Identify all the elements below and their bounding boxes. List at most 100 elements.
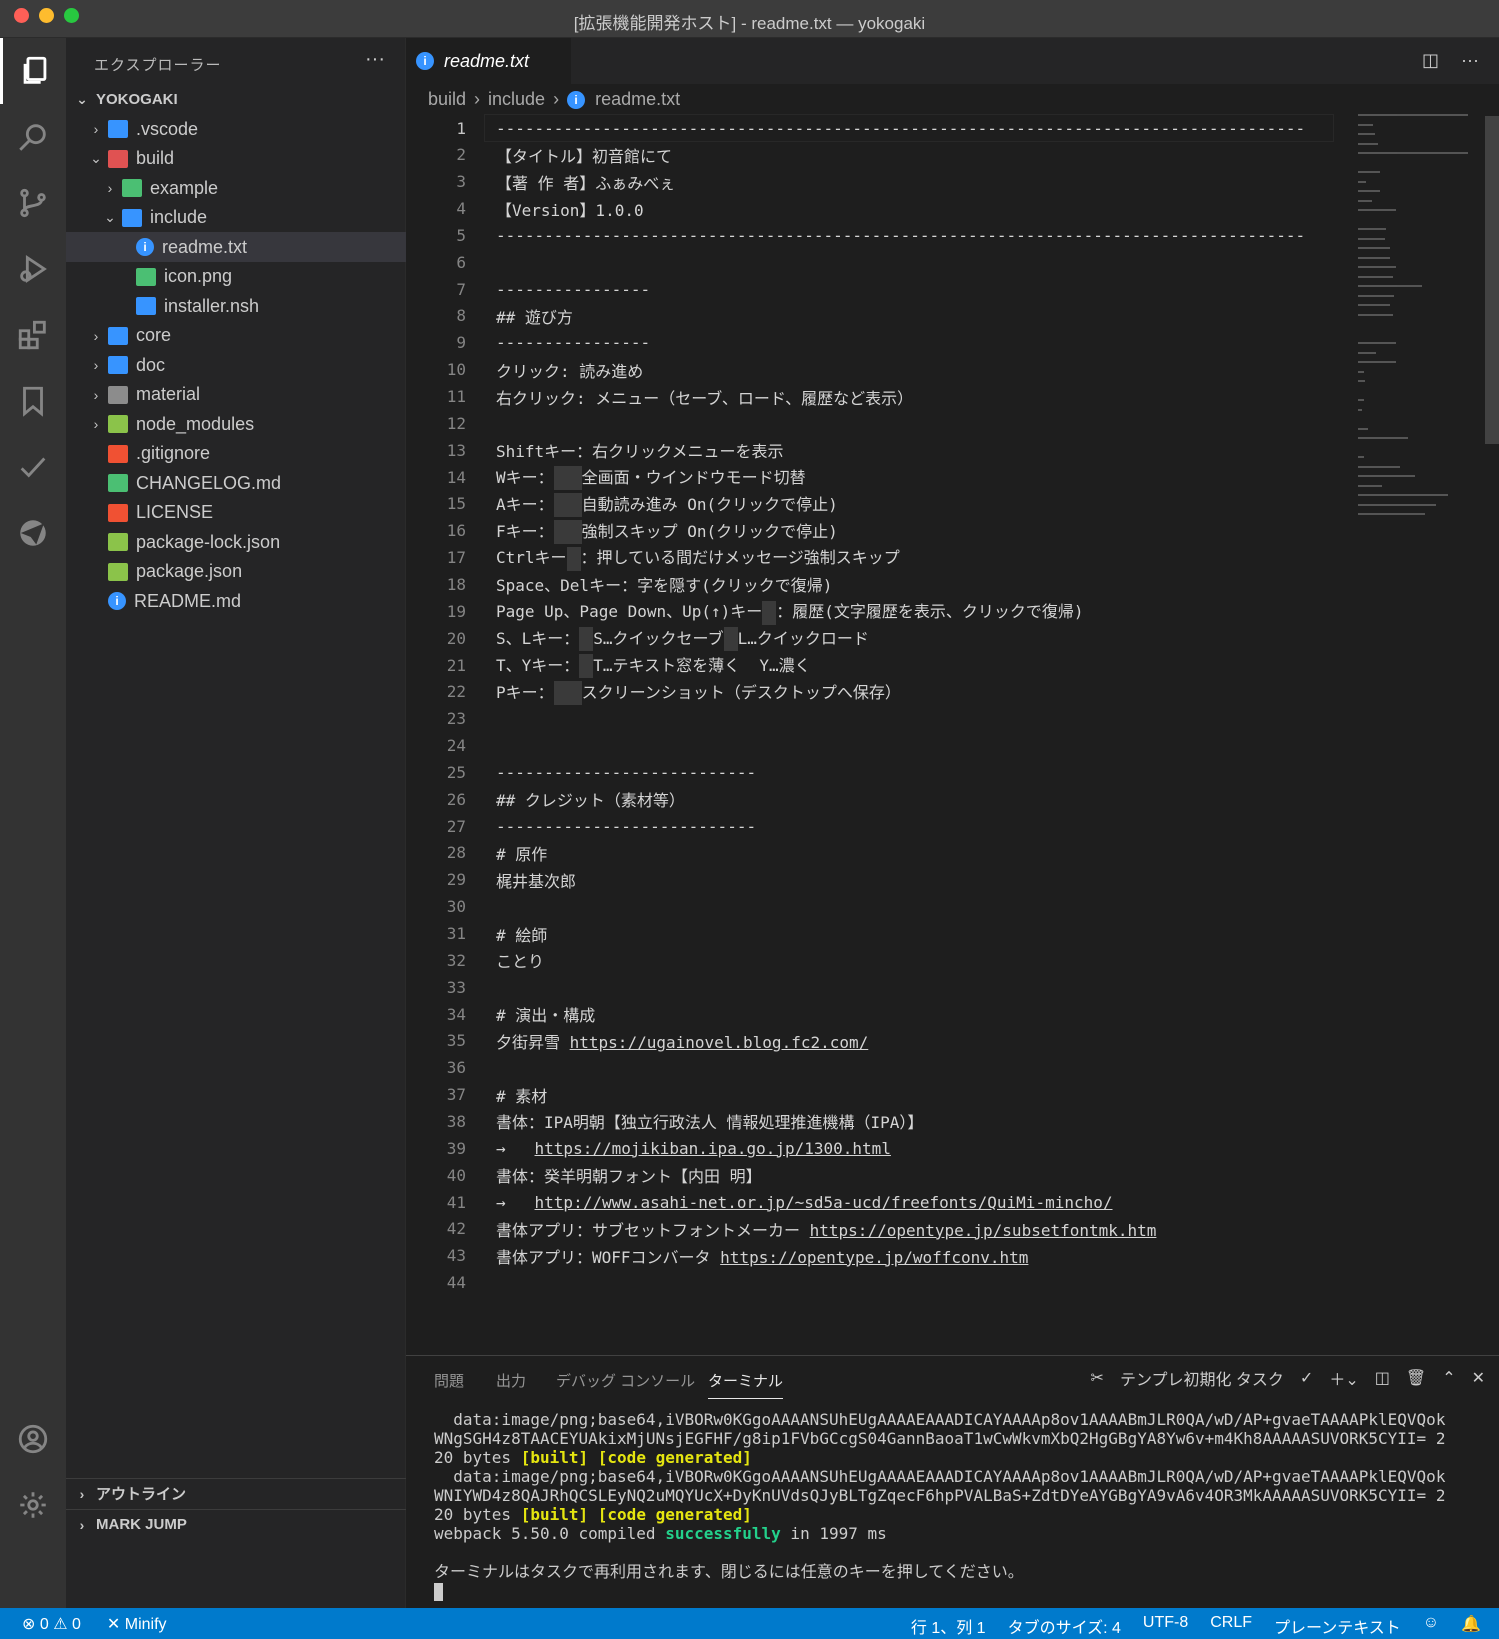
tree-item[interactable]: ⌄ build <box>66 144 406 174</box>
line-number: 42 <box>446 1219 466 1239</box>
workspace-root[interactable]: ⌄ YOKOGAKI <box>66 84 406 114</box>
line-number: 30 <box>446 897 466 917</box>
encoding[interactable]: UTF-8 <box>1143 1614 1188 1638</box>
line-number: 20 <box>446 628 466 648</box>
breadcrumb-separator: › <box>553 89 560 109</box>
check-icon[interactable] <box>0 434 66 500</box>
breadcrumb-include[interactable]: include <box>488 89 545 110</box>
tree-item[interactable]: i readme.txt <box>66 232 406 262</box>
tab-problems[interactable]: 問題 <box>434 1370 464 1391</box>
tree-item[interactable]: icon.png <box>66 262 406 292</box>
explorer-more-button[interactable]: ··· <box>365 48 385 71</box>
tree-item[interactable]: .gitignore <box>66 439 406 469</box>
code-line: 28 # 原作 <box>406 839 1346 867</box>
cursor-position[interactable]: 行 1、列 1 <box>911 1614 986 1638</box>
git-icon <box>108 444 128 463</box>
editor-more-button[interactable]: ··· <box>1461 50 1479 71</box>
explorer-icon[interactable] <box>0 38 66 104</box>
minimap[interactable] <box>1350 114 1490 554</box>
tree-item[interactable]: › doc <box>66 350 406 380</box>
minify-button[interactable]: ✕ Minify <box>107 1614 167 1634</box>
line-number: 6 <box>456 252 466 272</box>
code-editor[interactable]: 1 ---------------------------------------… <box>406 114 1499 1354</box>
line-number: 11 <box>446 387 466 406</box>
split-terminal-button[interactable]: ◫ <box>1375 1368 1390 1388</box>
code-line: 44 <box>406 1269 1346 1297</box>
account-icon[interactable] <box>0 1406 66 1472</box>
activity-bar <box>0 38 66 1608</box>
line-number: 4 <box>456 199 466 219</box>
minimap-line <box>1358 285 1423 287</box>
doc-folder-icon <box>108 356 128 374</box>
terminal-output[interactable]: data:image/png;base64,iVBORw0KGgoAAAANSU… <box>434 1410 1494 1601</box>
url-link[interactable]: http://www.asahi-net.or.jp/~sd5a-ucd/fre… <box>535 1193 1113 1212</box>
trash-icon[interactable]: 🗑 <box>1406 1368 1426 1388</box>
tree-item[interactable]: package.json <box>66 557 406 587</box>
tree-item[interactable]: › .vscode <box>66 114 406 144</box>
tab-debug-console[interactable]: デバッグ コンソール <box>556 1370 695 1391</box>
breadcrumb-build[interactable]: build <box>428 89 466 110</box>
extensions-icon[interactable] <box>0 302 66 368</box>
tab-size[interactable]: タブのサイズ: 4 <box>1008 1614 1121 1638</box>
line-number: 32 <box>446 950 466 970</box>
node-folder-icon <box>108 415 128 433</box>
code-line: 29 梶井基次郎 <box>406 866 1346 894</box>
minimap-line <box>1358 237 1385 240</box>
whitespace-highlight <box>579 654 594 679</box>
minimap-line <box>1358 380 1365 382</box>
search-icon[interactable] <box>0 104 66 170</box>
close-panel-button[interactable]: ✕ <box>1472 1368 1485 1388</box>
tree-item[interactable]: installer.nsh <box>66 291 406 321</box>
split-editor-button[interactable]: ◫ <box>1422 50 1439 71</box>
line-number: 34 <box>446 1004 466 1024</box>
tree-item-label: .vscode <box>136 118 199 139</box>
url-link[interactable]: https://opentype.jp/woffconv.htm <box>720 1248 1028 1267</box>
tree-item[interactable]: › core <box>66 321 406 351</box>
tree-item[interactable]: ⌄ include <box>66 203 406 233</box>
breadcrumb-readme[interactable]: readme.txt <box>595 89 680 110</box>
send-icon[interactable] <box>0 500 66 566</box>
run-debug-icon[interactable] <box>0 236 66 302</box>
feedback-icon[interactable]: ☺ <box>1423 1614 1439 1638</box>
tree-item[interactable]: › material <box>66 380 406 410</box>
outline-section[interactable]: › アウトライン <box>66 1478 406 1508</box>
line-number: 25 <box>446 762 466 782</box>
title-bar: [拡張機能開発ホスト] - readme.txt — yokogaki <box>0 0 1499 38</box>
mark-jump-section[interactable]: › MARK JUMP <box>66 1509 406 1539</box>
editor-scrollbar[interactable] <box>1485 116 1499 444</box>
code-line: 31 # 絵師 <box>406 920 1346 948</box>
bookmark-icon[interactable] <box>0 368 66 434</box>
minimap-line <box>1358 133 1375 135</box>
tree-item[interactable]: i README.md <box>66 586 406 616</box>
tree-item[interactable]: CHANGELOG.md <box>66 468 406 498</box>
bell-icon[interactable]: 🔔 <box>1461 1614 1481 1638</box>
tree-item[interactable]: LICENSE <box>66 498 406 528</box>
tab-readme[interactable]: i readme.txt <box>406 38 571 84</box>
tab-output[interactable]: 出力 <box>496 1370 526 1391</box>
code-line: 24 <box>406 732 1346 760</box>
minimap-line <box>1358 256 1391 259</box>
line-number: 29 <box>446 870 466 890</box>
url-link[interactable]: https://mojikiban.ipa.go.jp/1300.html <box>535 1139 891 1158</box>
tree-item[interactable]: › example <box>66 173 406 203</box>
task-selector[interactable]: テンプレ初期化 タスク <box>1120 1366 1284 1390</box>
new-terminal-button[interactable]: ＋⌄ <box>1329 1366 1358 1390</box>
line-number: 17 <box>446 548 466 568</box>
code-line: 5 ---------------------------------------… <box>406 221 1346 249</box>
image-file-icon <box>136 267 156 286</box>
maximize-panel-button[interactable]: ⌃ <box>1442 1368 1455 1388</box>
url-link[interactable]: https://ugainovel.blog.fc2.com/ <box>570 1033 869 1052</box>
errors-count[interactable]: ⊗ 0 ⚠ 0 <box>22 1614 81 1634</box>
code-line: 43 書体アプリ：WOFFコンバータ https://opentype.jp/wo… <box>406 1242 1346 1270</box>
url-link[interactable]: https://opentype.jp/subsetfontmk.htm <box>810 1221 1157 1240</box>
tree-item[interactable]: package-lock.json <box>66 527 406 557</box>
line-text: ----------------------------------------… <box>496 225 1306 245</box>
line-ending[interactable]: CRLF <box>1210 1614 1252 1638</box>
tree-item[interactable]: › node_modules <box>66 409 406 439</box>
settings-gear-icon[interactable] <box>0 1472 66 1538</box>
tab-terminal[interactable]: ターミナル <box>708 1370 784 1399</box>
language-mode[interactable]: プレーンテキスト <box>1274 1614 1401 1638</box>
source-control-icon[interactable] <box>0 170 66 236</box>
code-line: 14 Wキー： 全画面・ウインドウモード切替 <box>406 463 1346 491</box>
terminal-line: 20 bytes <box>434 1448 512 1467</box>
